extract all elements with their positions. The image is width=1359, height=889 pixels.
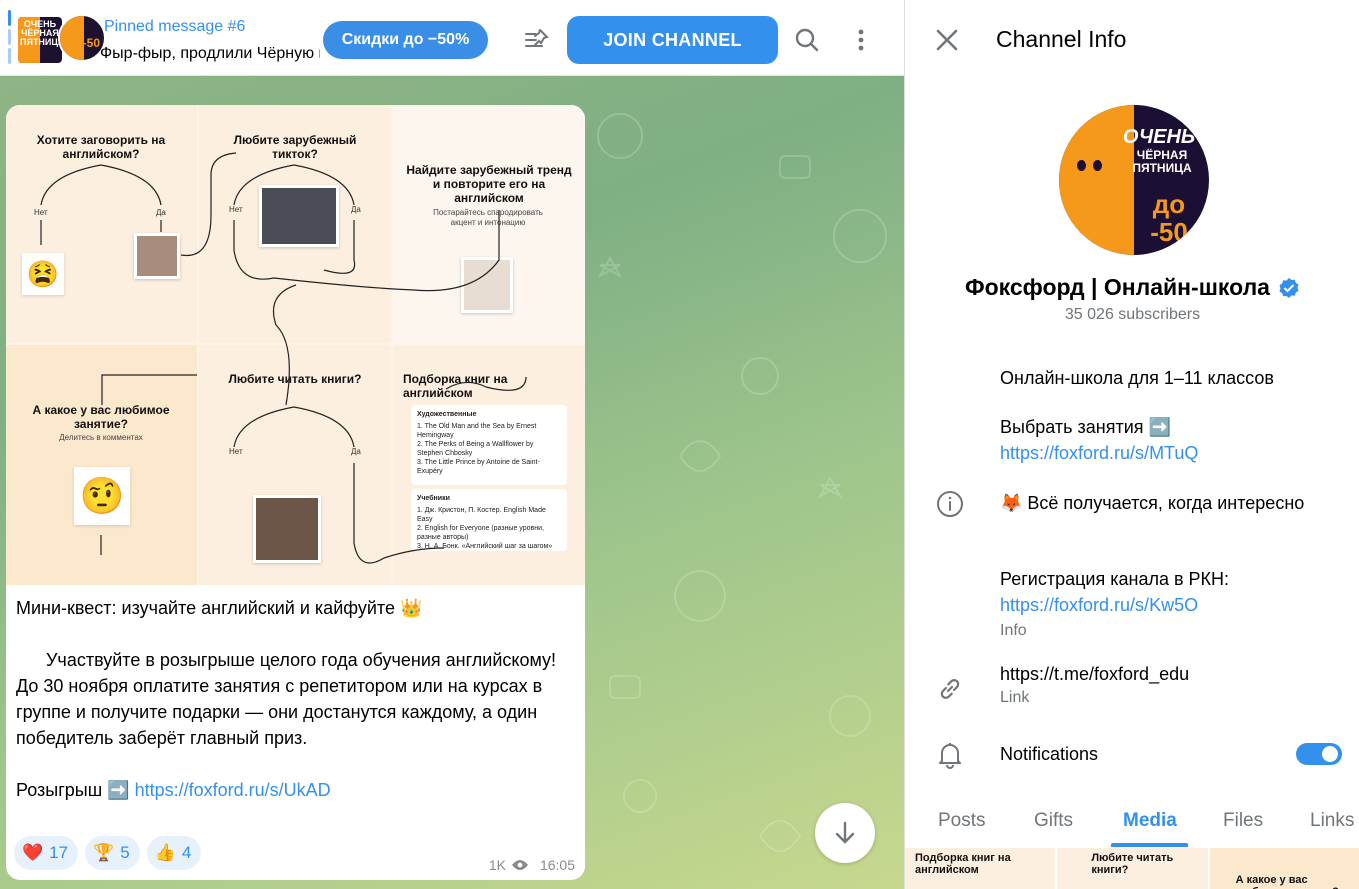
close-icon (936, 29, 958, 51)
bell-icon (935, 740, 965, 770)
media-thumb[interactable]: Любите читать книги? (1057, 848, 1208, 889)
promo-button[interactable]: Скидки до −50% (323, 21, 488, 59)
giveaway-line: Розыгрыш ➡️ https://foxford.ru/s/UkAD (16, 780, 331, 800)
close-button[interactable] (933, 26, 961, 54)
select-classes-link[interactable]: https://foxford.ru/s/MTuQ (1000, 443, 1198, 463)
notifications-label: Notifications (1000, 744, 1099, 764)
pinned-message-text[interactable]: Фыр-фыр, продлили Чёрную пятницу (100, 45, 320, 63)
panel-title: Channel Info (996, 26, 1127, 52)
active-tab-indicator (1111, 843, 1188, 847)
media-tabs: Posts Gifts Media Files Links (905, 800, 1359, 846)
arrow-down-icon (835, 821, 855, 844)
description-line-1: Онлайн-школа для 1–11 классов (1000, 368, 1274, 388)
reaction-trophy[interactable]: 🏆 5 (85, 836, 140, 870)
channel-name: Фоксфорд | Онлайн-школа (905, 274, 1359, 301)
trophy-icon: 🏆 (93, 843, 115, 862)
channel-info-panel: Channel Info ОЧЕНЬ ЧЁРНАЯ ПЯТНИЦА до -50… (904, 0, 1359, 889)
reaction-heart[interactable]: ❤️ 17 (14, 836, 79, 870)
channel-link-row[interactable]: https://t.me/foxford_edu Link (1000, 661, 1340, 709)
info-icon (935, 489, 965, 519)
more-menu-icon[interactable] (846, 25, 876, 55)
reaction-thumbs-up[interactable]: 👍 4 (146, 836, 202, 870)
chat-header: ОЧЕНЬ ЧЁРНАЯ ПЯТНИЦА до -50 Pinned messa… (0, 0, 904, 76)
description-line-4: Регистрация канала в РКН: https://foxfor… (1000, 569, 1230, 615)
join-channel-button[interactable]: JOIN CHANNEL (567, 16, 778, 64)
pin-list-icon[interactable] (522, 25, 552, 55)
giveaway-link[interactable]: https://foxford.ru/s/UkAD (135, 780, 331, 800)
thumbs-up-icon: 👍 (154, 843, 176, 862)
post-body: Участвуйте в розыгрыше целого года обуче… (16, 650, 557, 748)
message-time: 16:05 (539, 857, 575, 873)
view-count: 1K (488, 857, 506, 873)
scroll-down-button[interactable] (815, 803, 875, 863)
tab-links[interactable]: Links (1310, 810, 1354, 832)
pinned-indicator (8, 10, 12, 64)
description-line-3: 🦊 Всё получается, когда интересно (1000, 493, 1305, 513)
pinned-thumbnail[interactable]: ОЧЕНЬ ЧЁРНАЯ ПЯТНИЦА (18, 17, 62, 63)
media-thumb[interactable]: Подборка книг на английском (905, 848, 1056, 889)
tab-media[interactable]: Media (1123, 810, 1177, 832)
eye-icon (511, 860, 528, 870)
verified-badge-icon (1279, 277, 1299, 298)
flow-arrows (40, 152, 527, 564)
post-image[interactable]: Хотите заговорить на английском? Нет Да … (6, 105, 585, 585)
link-caption: Link (1000, 689, 1030, 706)
post-title: Мини-квест: изучайте английский и кайфуй… (16, 598, 423, 618)
search-icon[interactable] (792, 25, 822, 55)
link-icon (935, 674, 965, 704)
info-caption: Info (1000, 622, 1027, 639)
chat-area: ОЧЕНЬ ЧЁРНАЯ ПЯТНИЦА до -50 Pinned messa… (0, 0, 904, 889)
message-text: Мини-квест: изучайте английский и кайфуй… (16, 595, 576, 803)
reactions-bar: ❤️ 17 🏆 5 👍 4 (14, 836, 202, 870)
registration-link[interactable]: https://foxford.ru/s/Kw5O (1000, 595, 1198, 615)
channel-avatar-large[interactable]: ОЧЕНЬ ЧЁРНАЯ ПЯТНИЦА до -50 (1059, 105, 1209, 255)
channel-link[interactable]: https://t.me/foxford_edu (1000, 661, 1340, 687)
message-meta: 1K 16:05 (489, 857, 575, 873)
tab-posts[interactable]: Posts (938, 810, 986, 832)
media-thumb[interactable]: А какое у вас любимое занятие? (1209, 848, 1359, 889)
tab-files[interactable]: Files (1223, 810, 1263, 832)
channel-avatar[interactable]: до -50 (58, 14, 106, 62)
notifications-toggle[interactable] (1296, 743, 1342, 765)
subscriber-count: 35 026 subscribers (1064, 306, 1201, 323)
message-bubble[interactable]: Хотите заговорить на английском? Нет Да … (6, 105, 585, 880)
tab-gifts[interactable]: Gifts (1034, 810, 1073, 832)
heart-icon: ❤️ (22, 843, 44, 862)
pinned-message-title[interactable]: Pinned message #6 (104, 18, 245, 36)
description-line-2: Выбрать занятия ➡️ https://foxford.ru/s/… (1000, 417, 1199, 463)
media-grid: Подборка книг на английском Любите читат… (905, 848, 1359, 889)
